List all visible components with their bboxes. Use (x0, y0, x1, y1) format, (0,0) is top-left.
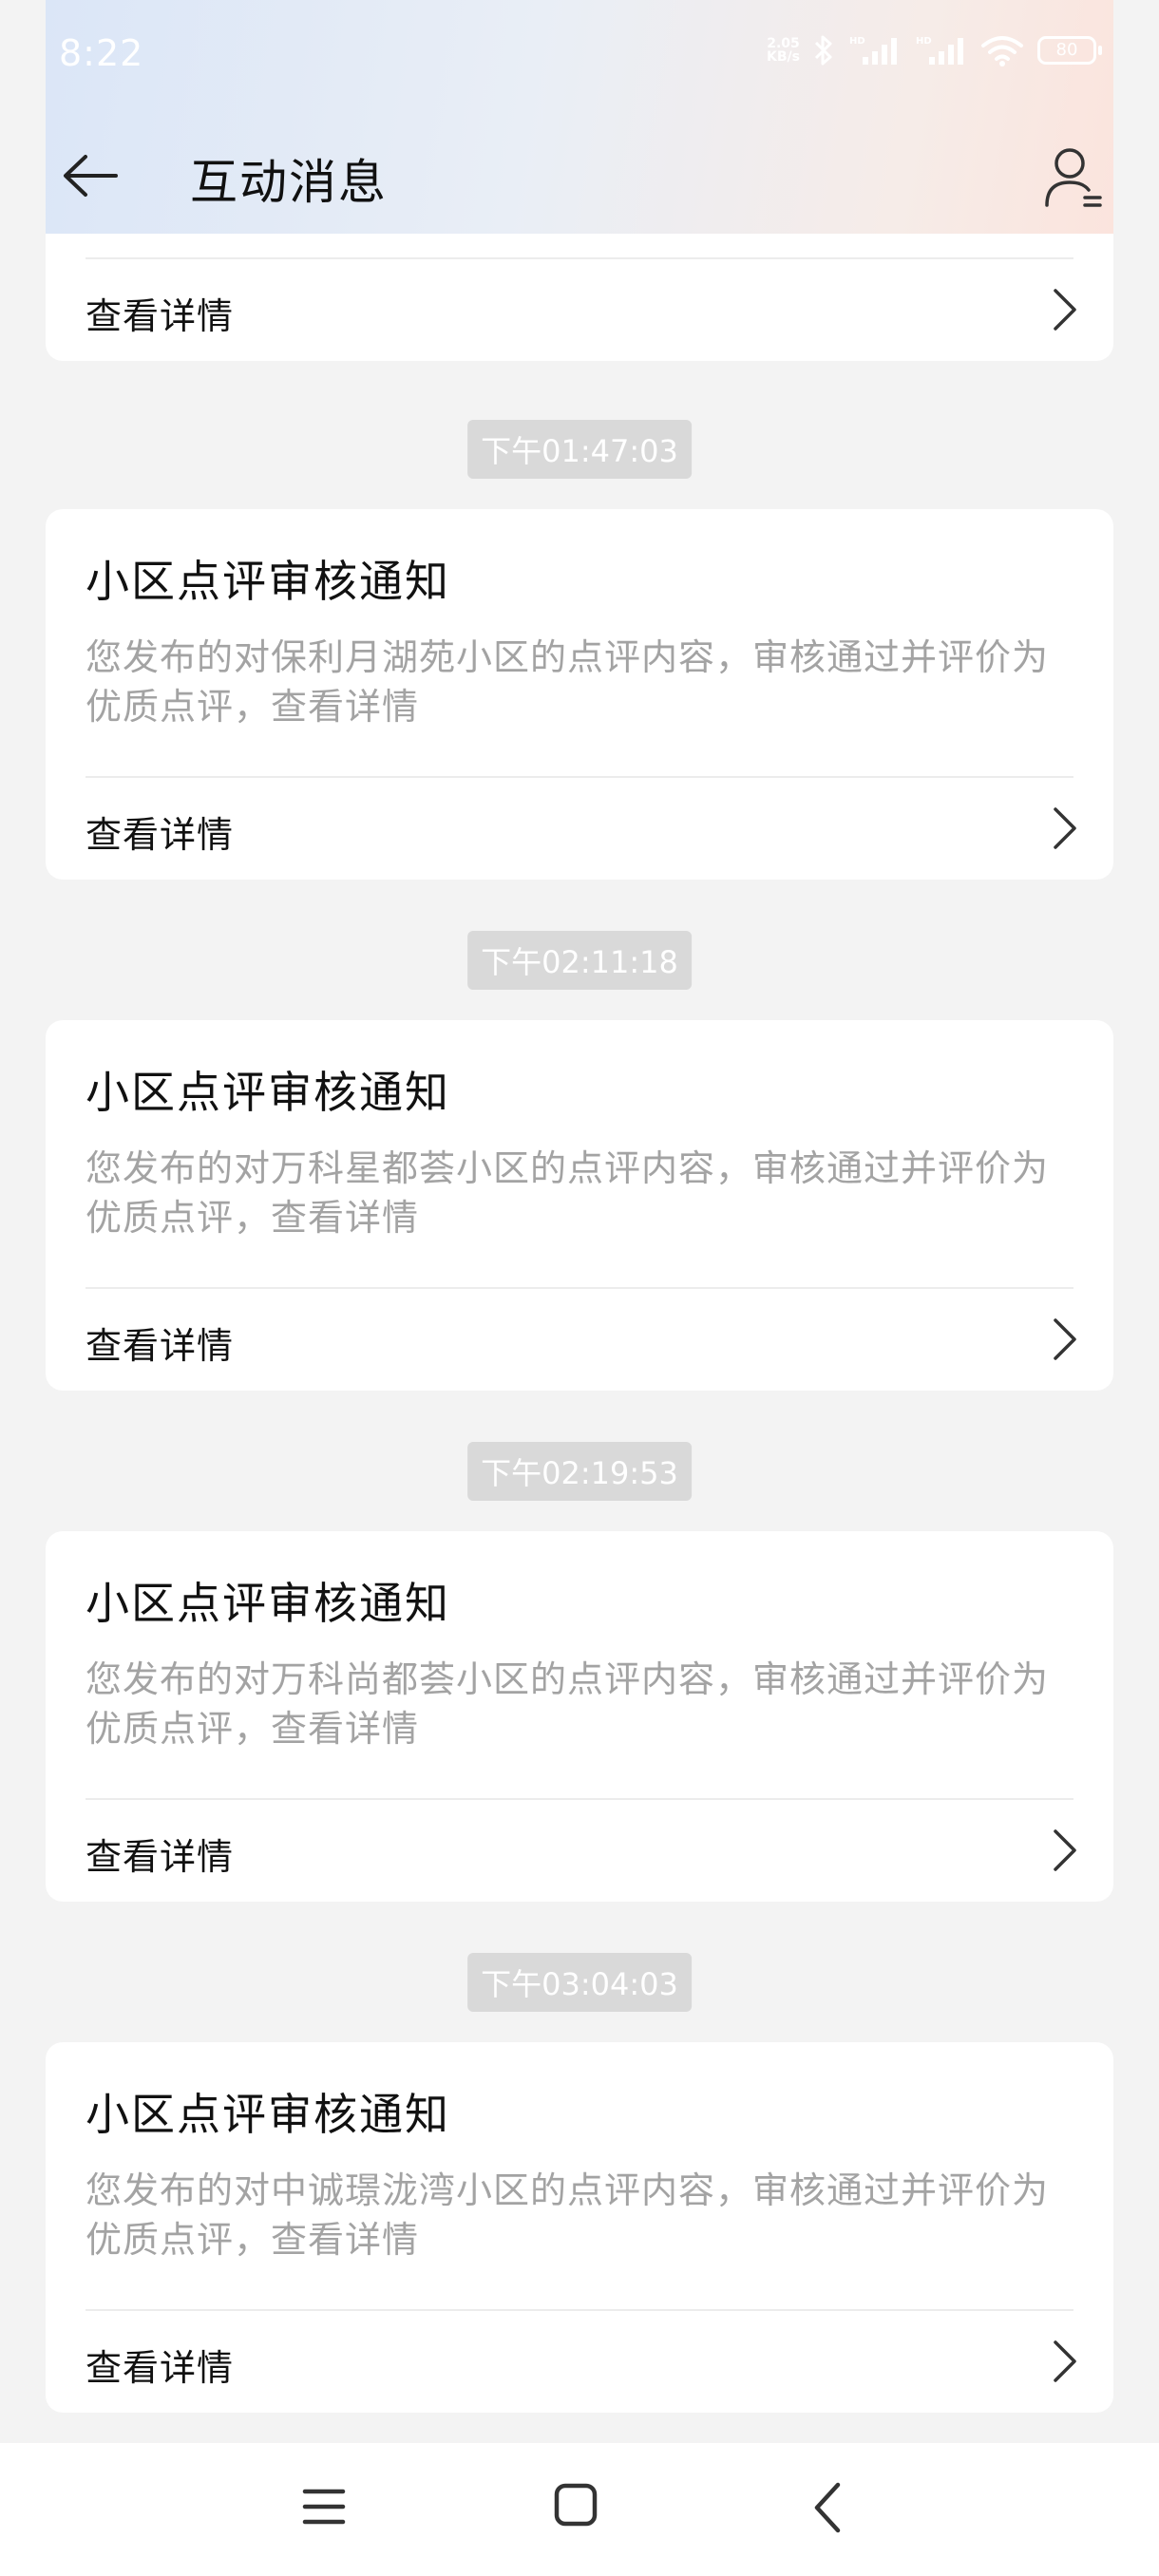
home-icon[interactable] (553, 2481, 598, 2529)
timestamp-badge: 下午02:19:53 (467, 1442, 692, 1501)
view-details-label: 查看详情 (86, 1836, 235, 1878)
menu-icon[interactable] (302, 2485, 346, 2529)
chevron-right-icon (1054, 289, 1076, 331)
message-title: 小区点评审核通知 (86, 1578, 450, 1629)
status-icons: 2.05 KB/s HD HD 80 (767, 34, 1102, 66)
message-body: 您发布的对中诚璟泷湾小区的点评内容，审核通过并评价为优质点评，查看详情 (86, 2169, 1050, 2261)
wifi-icon (981, 36, 1023, 66)
signal-hd-icon: HD (849, 36, 897, 65)
status-bar: 8:22 2.05 KB/s HD HD 80 (46, 0, 1113, 114)
left-gutter (0, 0, 46, 2576)
status-time: 8:22 (59, 32, 144, 74)
user-list-icon[interactable] (1043, 144, 1104, 211)
network-speed-value: 2.05 (767, 36, 800, 51)
chevron-right-icon (1054, 807, 1076, 849)
message-card[interactable]: 小区点评审核通知 您发布的对保利月湖苑小区的点评内容，审核通过并评价为优质点评，… (46, 509, 1113, 880)
view-details-label: 查看详情 (86, 295, 235, 337)
back-icon[interactable] (809, 2479, 847, 2536)
message-title: 小区点评审核通知 (86, 556, 450, 607)
view-details-row[interactable]: 查看详情 (46, 1288, 1113, 1391)
timestamp-badge: 下午03:04:03 (467, 1953, 692, 2012)
view-details-label: 查看详情 (86, 1325, 235, 1367)
nav-bar: 互动消息 (46, 133, 1113, 218)
view-details-row[interactable]: 查看详情 (46, 2310, 1113, 2413)
view-details-row[interactable]: 查看详情 (46, 1799, 1113, 1902)
view-details-row[interactable]: 查看详情 (46, 258, 1113, 361)
battery-level: 80 (1055, 40, 1078, 60)
message-card[interactable]: 小区点评审核通知 您发布的对中诚璟泷湾小区的点评内容，审核通过并评价为优质点评，… (46, 2042, 1113, 2413)
message-title: 小区点评审核通知 (86, 2089, 450, 2140)
chevron-right-icon (1054, 1318, 1076, 1360)
network-speed-unit: KB/s (767, 49, 800, 65)
message-body: 您发布的对保利月湖苑小区的点评内容，审核通过并评价为优质点评，查看详情 (86, 636, 1050, 728)
signal-hd-icon: HD (916, 36, 963, 65)
message-card[interactable]: 小区点评审核通知 您发布的对万科星都荟小区的点评内容，审核通过并评价为优质点评，… (46, 1020, 1113, 1391)
chevron-right-icon (1054, 1829, 1076, 1871)
chevron-right-icon (1054, 2340, 1076, 2382)
network-speed: 2.05 KB/s (767, 37, 800, 64)
message-card[interactable]: 小区点评审核通知 您发布的对万科尚都荟小区的点评内容，审核通过并评价为优质点评，… (46, 1531, 1113, 1902)
view-details-label: 查看详情 (86, 2347, 235, 2389)
system-nav-bar (0, 2443, 1159, 2576)
message-body: 您发布的对万科尚都荟小区的点评内容，审核通过并评价为优质点评，查看详情 (86, 1658, 1050, 1750)
battery-icon: 80 (1037, 36, 1102, 65)
svg-text:HD: HD (849, 36, 865, 47)
timestamp-badge: 下午02:11:18 (467, 931, 692, 990)
bluetooth-icon (814, 35, 832, 66)
message-title: 小区点评审核通知 (86, 1067, 450, 1118)
view-details-label: 查看详情 (86, 814, 235, 856)
arrow-left-icon[interactable] (61, 152, 120, 199)
page-title: 互动消息 (190, 155, 388, 210)
right-gutter (1113, 0, 1159, 2576)
view-details-row[interactable]: 查看详情 (46, 777, 1113, 880)
svg-text:HD: HD (916, 36, 932, 47)
timestamp-badge: 下午01:47:03 (467, 420, 692, 479)
app-header: 8:22 2.05 KB/s HD HD 80 互动消息 (46, 0, 1113, 234)
message-body: 您发布的对万科星都荟小区的点评内容，审核通过并评价为优质点评，查看详情 (86, 1147, 1050, 1239)
